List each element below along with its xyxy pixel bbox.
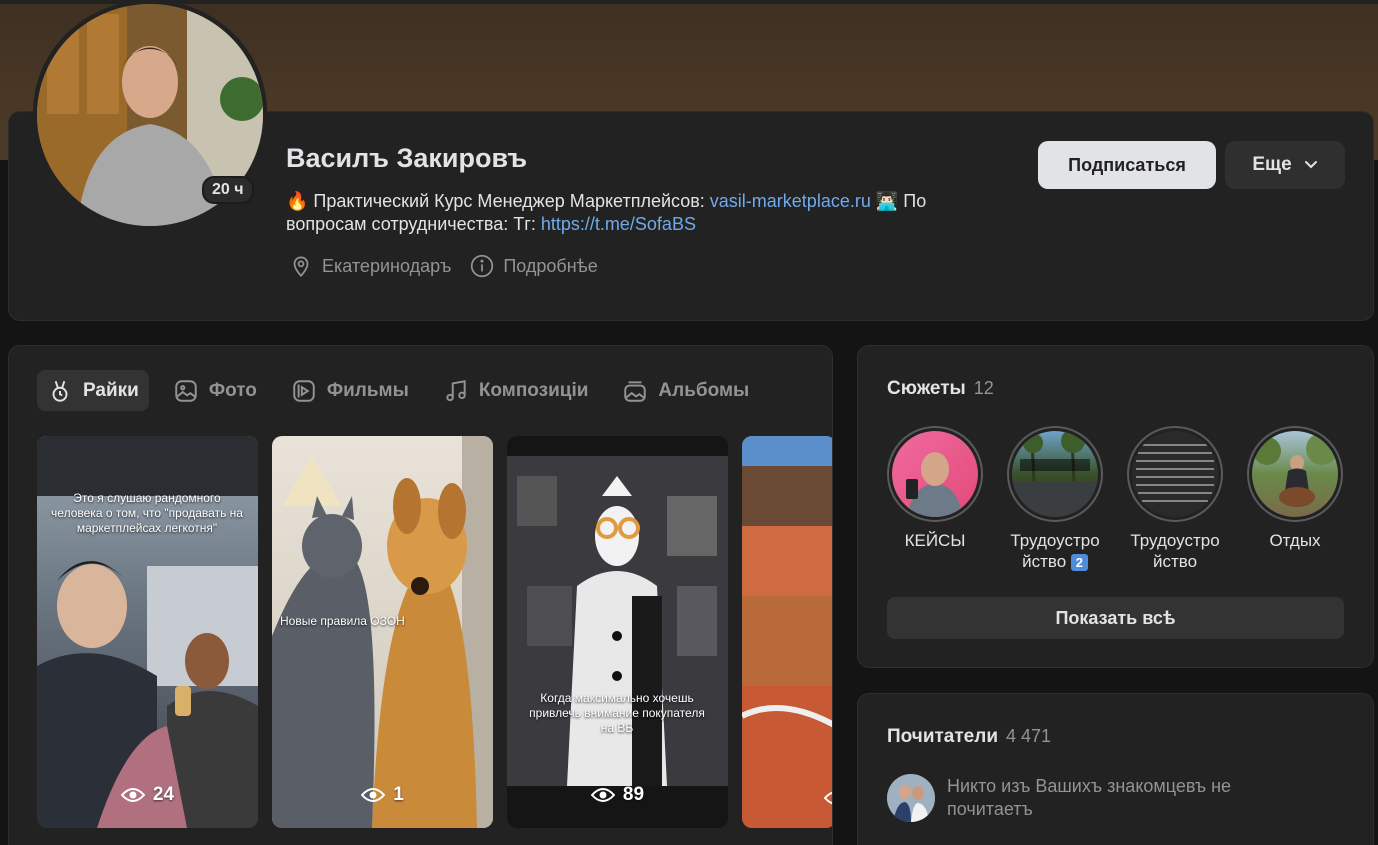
stories-card: Сюжеты 12 КЕЙСЫ Трудоустро йство 2 Трудо… [857,345,1374,668]
clip-thumbnail [507,456,728,786]
location-text: Екатеринодаръ [322,255,452,276]
story-label: КЕЙСЫ [904,531,966,550]
clip-views: 1 [272,784,493,806]
story-item[interactable]: Отдых [1247,426,1343,572]
fans-card: Почитатели 4 471 Никто изъ Вашихъ знакомц… [857,693,1374,845]
eye-icon [590,788,615,802]
albums-icon [624,380,647,402]
clip-caption: Когда максимально хочешь привлечь вниман… [529,691,705,735]
story-item[interactable]: Трудоустро йство [1127,426,1223,572]
bio-link-telegram[interactable]: https://t.me/SofaBS [541,214,696,234]
details-text: Подробнѣе [503,255,598,276]
tab-photo-label: Фото [208,379,257,401]
clip-card[interactable]: Это я слушаю рандомного человека о том, … [37,436,258,828]
tab-clips[interactable]: Райки [37,370,149,411]
story-thumbnail [1136,444,1214,502]
stories-title: Сюжеты 12 [887,378,994,400]
profile-details-link[interactable]: Подробнѣе [469,253,598,279]
clip-views-count: 1 [393,784,404,805]
location-pin-icon [293,256,309,277]
story-label: Отдых [1269,531,1321,550]
tab-photo[interactable]: Фото [163,370,267,411]
story-number-badge: 2 [1070,554,1088,571]
subscribe-button[interactable]: Подписаться [1038,141,1216,189]
fans-empty-text: Никто изъ Вашихъ знакомцевъ не почитаетъ [947,776,1232,819]
clip-card[interactable]: Когда максимально хочешь привлечь вниман… [507,436,728,828]
eye-icon [824,791,832,805]
bio-text-prefix: 🔥 Практический Курс Менеджер Маркетплейс… [286,191,710,211]
video-icon [293,379,315,402]
fans-count[interactable]: 4 471 [1006,726,1051,746]
clip-caption: Это я слушаю рандомного человека о том, … [51,491,243,535]
bio-link-site[interactable]: vasil-marketplace.ru [710,191,871,211]
story-thumbnail [906,452,963,517]
clip-card[interactable] [742,436,832,828]
clip-views: 89 [507,784,728,806]
clip-thumbnail [742,436,832,828]
eye-icon [361,788,386,802]
clip-thumbnail [272,436,493,828]
story-thumbnail [1253,433,1338,507]
eye-icon [120,788,145,802]
stories-title-text: Сюжеты [887,378,966,399]
profile-bio: 🔥 Практический Курс Менеджер Маркетплейс… [286,190,1006,236]
tab-clips-label: Райки [83,379,139,401]
chevron-down-icon [1304,161,1317,169]
clip-card[interactable]: Новые правила ОЗОН 1 [272,436,493,828]
story-label: Трудоустро йство [1130,531,1220,571]
clip-views-count: 89 [622,784,645,805]
clip-caption: Новые правила ОЗОН [280,614,405,628]
show-all-stories-button[interactable]: Показать всѣ [887,597,1344,639]
info-icon [471,254,494,278]
page-root: 20 ч Василъ Закировъ 🔥 Практический Курс… [0,0,1378,845]
clips-row: Это я слушаю рандомного человека о том, … [37,436,832,828]
story-item[interactable]: Трудоустро йство 2 [1007,426,1103,572]
music-icon [446,379,466,401]
tab-music-label: Композиціи [478,379,589,401]
clip-views-count: 24 [152,784,175,805]
media-tabs: Райки Фото Фильмы Композиціи Альбомы [37,370,759,411]
fans-title: Почитатели 4 471 [887,726,1051,748]
story-item[interactable]: КЕЙСЫ [887,426,983,572]
photo-icon [175,379,197,402]
more-label: Еще [1252,154,1292,175]
clips-icon [52,380,68,402]
profile-meta: Екатеринодаръ Подробнѣе [288,253,598,279]
clip-views: 24 [37,784,258,806]
stories-list: КЕЙСЫ Трудоустро йство 2 Трудоустро йств… [887,426,1343,572]
tab-music[interactable]: Композиціи [433,370,599,411]
tab-video[interactable]: Фильмы [281,370,419,411]
story-time-badge[interactable]: 20 ч [202,176,254,204]
fans-avatar [887,774,935,822]
fans-title-text: Почитатели [887,726,998,747]
tab-video-label: Фильмы [326,379,409,401]
profile-location: Екатеринодаръ [288,253,451,279]
tab-albums-label: Альбомы [658,379,750,401]
story-thumbnail [1012,431,1098,517]
stories-count: 12 [973,378,994,398]
media-card: Райки Фото Фильмы Композиціи Альбомы Это… [8,345,833,845]
more-button[interactable]: Еще [1225,141,1345,189]
story-label: Трудоустро йство 2 [1007,530,1103,572]
clip-views [742,790,832,806]
profile-name: Василъ Закировъ [286,143,528,173]
tab-albums[interactable]: Альбомы [612,370,759,411]
